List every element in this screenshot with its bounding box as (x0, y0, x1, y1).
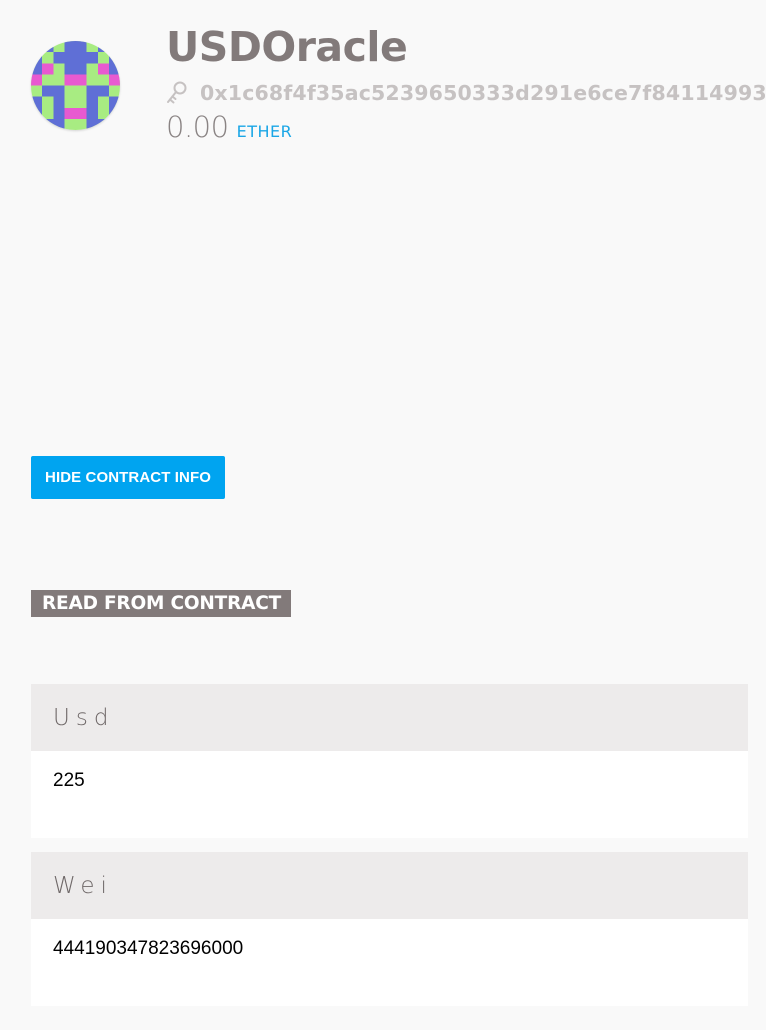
hide-contract-info-button[interactable]: HIDE CONTRACT INFO (31, 456, 225, 499)
contract-field-wei: Wei 444190347823696000 (31, 852, 748, 1006)
contract-identicon (31, 41, 120, 130)
contract-field-usd: Usd 225 (31, 684, 748, 838)
contract-address[interactable]: 0x1c68f4f35ac5239650333d291e6ce7f8411499… (200, 81, 766, 105)
field-name: Usd (53, 704, 115, 731)
contract-address-row: 0x1c68f4f35ac5239650333d291e6ce7f8411499… (166, 78, 766, 108)
balance-value: 0.00 (166, 110, 229, 144)
contract-name: USDOracle (166, 23, 408, 71)
field-value: 444190347823696000 (53, 938, 244, 959)
contract-balance: 0.00 ETHER (166, 110, 292, 150)
field-header: Usd (31, 684, 748, 751)
field-body: 225 (31, 751, 748, 838)
field-header: Wei (31, 852, 748, 919)
field-name: Wei (53, 872, 113, 899)
field-body: 444190347823696000 (31, 919, 748, 1006)
field-value: 225 (53, 770, 85, 791)
balance-unit: ETHER (236, 122, 293, 141)
identicon-icon (31, 41, 120, 130)
key-icon (166, 80, 188, 106)
read-from-contract-heading: READ FROM CONTRACT (31, 590, 292, 617)
